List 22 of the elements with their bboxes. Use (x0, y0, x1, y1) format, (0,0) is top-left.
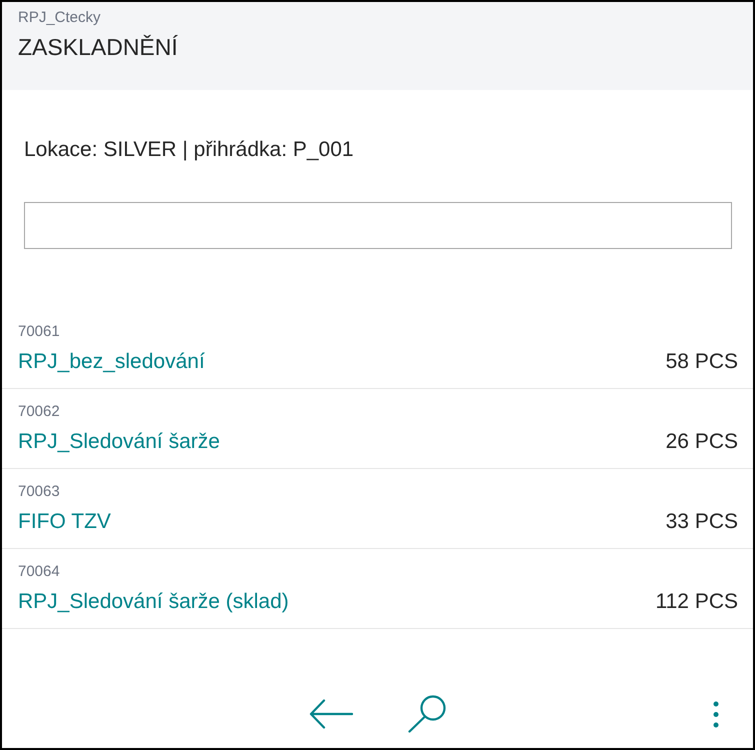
scan-input-field[interactable] (24, 202, 732, 249)
back-arrow-icon (309, 699, 353, 729)
search-button[interactable] (407, 694, 447, 734)
item-number: 70061 (18, 322, 60, 342)
item-name[interactable]: RPJ_Sledování šarže (sklad) (18, 588, 289, 616)
item-name[interactable]: RPJ_bez_sledování (18, 348, 205, 376)
page-title: ZASKLADNĚNÍ (18, 33, 178, 62)
item-number: 70063 (18, 482, 60, 502)
back-button[interactable] (308, 698, 354, 730)
item-quantity: 58 PCS (666, 349, 738, 375)
app-name: RPJ_Ctecky (18, 8, 101, 28)
item-quantity: 33 PCS (666, 509, 738, 535)
item-name[interactable]: RPJ_Sledování šarže (18, 428, 220, 456)
more-options-button[interactable] (711, 699, 721, 729)
item-quantity: 112 PCS (656, 589, 738, 615)
item-name[interactable]: FIFO TZV (18, 508, 111, 536)
more-options-icon (713, 700, 719, 728)
item-number: 70062 (18, 402, 60, 422)
search-icon (408, 695, 446, 733)
item-quantity: 26 PCS (666, 429, 738, 455)
location-text: Lokace: SILVER | přihrádka: P_001 (24, 137, 355, 163)
item-number: 70064 (18, 562, 60, 582)
